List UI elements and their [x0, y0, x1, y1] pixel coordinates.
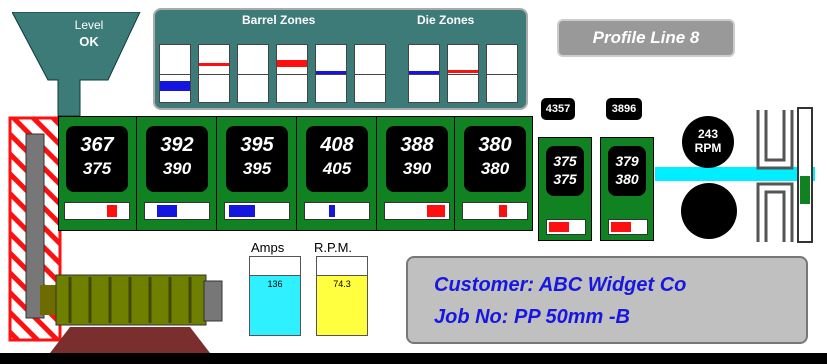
actual-temp: 408: [320, 134, 354, 156]
output-fill: [229, 205, 255, 217]
amps-meter[interactable]: 136: [249, 256, 301, 336]
output-fill: [157, 205, 177, 217]
job-number-text: Job No: PP 50mm -B: [434, 306, 630, 328]
barrel-zone-divider: [296, 116, 297, 231]
actual-temp: 375: [553, 153, 577, 169]
rpm-value: 74.3: [333, 279, 351, 289]
motor-icon: [40, 274, 223, 353]
output-fill: [107, 205, 117, 217]
zone-indicator-3[interactable]: [237, 44, 269, 103]
zone-indicator-2[interactable]: [198, 44, 230, 103]
zone-output-bar: [224, 202, 290, 220]
zone-output-bar: [384, 202, 450, 220]
setpoint-temp: 405: [322, 159, 352, 178]
job-info-panel: Customer: ABC Widget Co Job No: PP 50mm …: [406, 256, 808, 344]
setpoint-temp: 395: [242, 159, 272, 178]
die-zone-1-temp[interactable]: 375 375: [546, 146, 584, 196]
screw-speed-unit: RPM: [694, 141, 722, 155]
rpm-label: R.P.M.: [314, 240, 353, 255]
die-zone-indicator-2[interactable]: [447, 44, 479, 103]
barrel-zone-6-temp[interactable]: 380 380: [464, 126, 526, 192]
output-fill: [549, 222, 569, 232]
actual-temp: 379: [615, 153, 639, 169]
barrel-zone-2-temp[interactable]: 392 390: [146, 126, 208, 192]
barrel-zone-3-temp[interactable]: 395 395: [226, 126, 288, 192]
amps-label: Amps: [251, 240, 285, 255]
amps-value: 136: [267, 279, 283, 289]
actual-temp: 395: [240, 134, 274, 156]
setpoint-temp: 380: [615, 171, 639, 187]
floor-bar: [0, 353, 827, 364]
barrel-zone-divider: [136, 116, 137, 231]
setpoint-temp: 375: [553, 171, 577, 187]
zone-indicator-6[interactable]: [354, 44, 386, 103]
zone-indicator-4[interactable]: [276, 44, 308, 103]
hopper-level-label: Level: [74, 18, 104, 32]
zone-indicator-5[interactable]: [315, 44, 347, 103]
screw-speed-value: 243: [697, 127, 719, 141]
barrel-zones-header: Barrel Zones: [242, 13, 316, 27]
hopper-level-status: OK: [79, 34, 99, 49]
die-output-bar: [608, 219, 648, 235]
setpoint-temp: 390: [402, 159, 432, 178]
output-fill: [499, 205, 507, 217]
barrel-zone-divider: [454, 116, 455, 231]
barrel-zone-5-temp[interactable]: 388 390: [386, 126, 448, 192]
barrel-zone-4-temp[interactable]: 408 405: [306, 126, 368, 192]
zone-indicator-1[interactable]: [159, 44, 191, 103]
puller-roller: [681, 183, 737, 239]
barrel-zone-divider: [216, 116, 217, 231]
setpoint-temp: 375: [82, 159, 112, 178]
zone-output-bar: [64, 202, 130, 220]
rpm-meter[interactable]: 74.3: [316, 256, 368, 336]
output-fill: [427, 205, 445, 217]
die-pressure-2: 3896: [606, 98, 642, 120]
actual-temp: 380: [478, 134, 512, 156]
die-zones-header: Die Zones: [417, 13, 475, 27]
barrel-zone-1-temp[interactable]: 367 375: [66, 126, 128, 192]
zone-summary-panel: Barrel Zones Die Zones: [153, 8, 528, 110]
zone-output-bar: [462, 202, 528, 220]
setpoint-temp: 390: [162, 159, 192, 178]
die-zone-indicator-1[interactable]: [408, 44, 440, 103]
line-title: Profile Line 8: [557, 19, 735, 57]
die-pressure-1: 4357: [541, 98, 575, 120]
screw-speed-gauge[interactable]: 243 RPM: [682, 116, 734, 168]
zone-output-bar: [144, 202, 210, 220]
die-output-bar: [546, 219, 586, 235]
output-fill: [329, 205, 335, 217]
barrel-zone-divider: [376, 116, 377, 231]
zone-output-bar: [304, 202, 370, 220]
actual-temp: 388: [400, 134, 434, 156]
customer-text: Customer: ABC Widget Co: [434, 274, 687, 296]
actual-temp: 392: [160, 134, 194, 156]
output-fill: [611, 222, 631, 232]
die-zone-2-temp[interactable]: 379 380: [608, 146, 646, 196]
cutter-icon: [756, 107, 813, 243]
setpoint-temp: 380: [480, 159, 510, 178]
actual-temp: 367: [80, 134, 114, 156]
die-zone-indicator-3[interactable]: [486, 44, 518, 103]
